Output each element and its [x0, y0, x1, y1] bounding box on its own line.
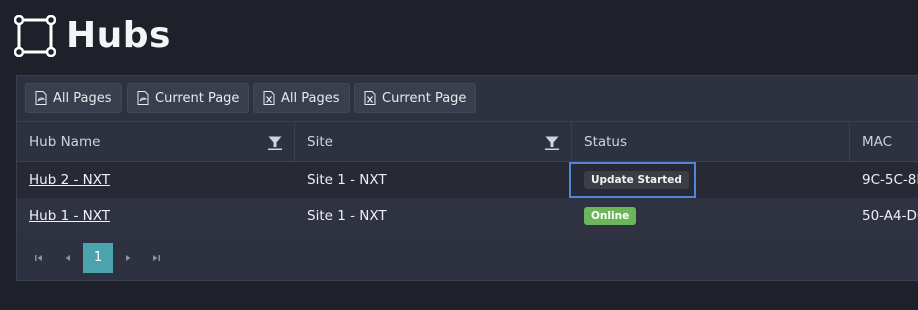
column-header-status[interactable]: Status: [572, 122, 850, 162]
export-pdf-all-pages-button[interactable]: All Pages: [25, 83, 122, 113]
next-page-button[interactable]: [115, 243, 141, 273]
hub-name-cell[interactable]: Hub 1 - NXT: [17, 198, 295, 234]
column-header-site[interactable]: Site: [295, 122, 572, 162]
export-toolbar: All Pages Current Page All Pages Current…: [17, 76, 918, 122]
current-page-button[interactable]: 1: [83, 243, 113, 273]
page-title: Hubs: [66, 15, 171, 56]
column-header-mac[interactable]: MAC: [850, 122, 918, 162]
site-cell: Site 1 - NXT: [307, 172, 387, 188]
excel-icon: [364, 91, 376, 105]
hub-name-link[interactable]: Hub 2 - NXT: [29, 172, 110, 188]
previous-page-button[interactable]: [55, 243, 81, 273]
last-page-button[interactable]: [143, 243, 169, 273]
excel-icon: [263, 91, 275, 105]
site-cell: Site 1 - NXT: [307, 208, 387, 224]
status-cell: Online: [572, 198, 850, 234]
next-page-icon: [126, 255, 131, 261]
filter-icon[interactable]: [268, 136, 282, 150]
export-excel-current-page-button[interactable]: Current Page: [354, 83, 477, 113]
previous-page-icon: [65, 255, 70, 261]
hubs-icon: [14, 15, 56, 57]
export-excel-current-page-label: Current Page: [382, 90, 467, 106]
column-header-site-label: Site: [307, 134, 333, 150]
mac-cell: 50-A4-D0: [862, 208, 918, 224]
column-header-status-label: Status: [584, 134, 628, 150]
column-header-hub-name[interactable]: Hub Name: [17, 122, 295, 162]
pager: 1: [17, 234, 918, 280]
first-page-icon: [35, 255, 42, 261]
filter-icon[interactable]: [545, 136, 559, 150]
export-pdf-all-pages-label: All Pages: [53, 90, 112, 106]
export-excel-all-pages-label: All Pages: [281, 90, 340, 106]
hub-name-link[interactable]: Hub 1 - NXT: [29, 208, 110, 224]
last-page-icon: [153, 255, 160, 261]
export-excel-all-pages-button[interactable]: All Pages: [253, 83, 350, 113]
table-row[interactable]: Hub 1 - NXT Site 1 - NXT Online 50-A4-D0: [17, 198, 918, 234]
mac-cell: 9C-5C-8E: [862, 172, 918, 188]
status-cell: Update Started: [572, 162, 850, 198]
column-header-mac-label: MAC: [862, 134, 893, 150]
first-page-button[interactable]: [26, 243, 52, 273]
grid-header-row: Hub Name Site Status MAC: [17, 122, 918, 162]
column-header-hub-name-label: Hub Name: [29, 134, 101, 150]
hub-name-cell[interactable]: Hub 2 - NXT: [17, 162, 295, 198]
status-badge: Update Started: [584, 171, 689, 189]
table-row[interactable]: Hub 2 - NXT Site 1 - NXT Update Started …: [17, 162, 918, 198]
pdf-icon: [35, 91, 47, 105]
page-header: Hubs: [14, 14, 171, 58]
pdf-icon: [137, 91, 149, 105]
export-pdf-current-page-label: Current Page: [155, 90, 240, 106]
status-badge: Online: [584, 207, 637, 225]
hubs-grid: All Pages Current Page All Pages Current…: [16, 75, 918, 281]
export-pdf-current-page-button[interactable]: Current Page: [127, 83, 250, 113]
